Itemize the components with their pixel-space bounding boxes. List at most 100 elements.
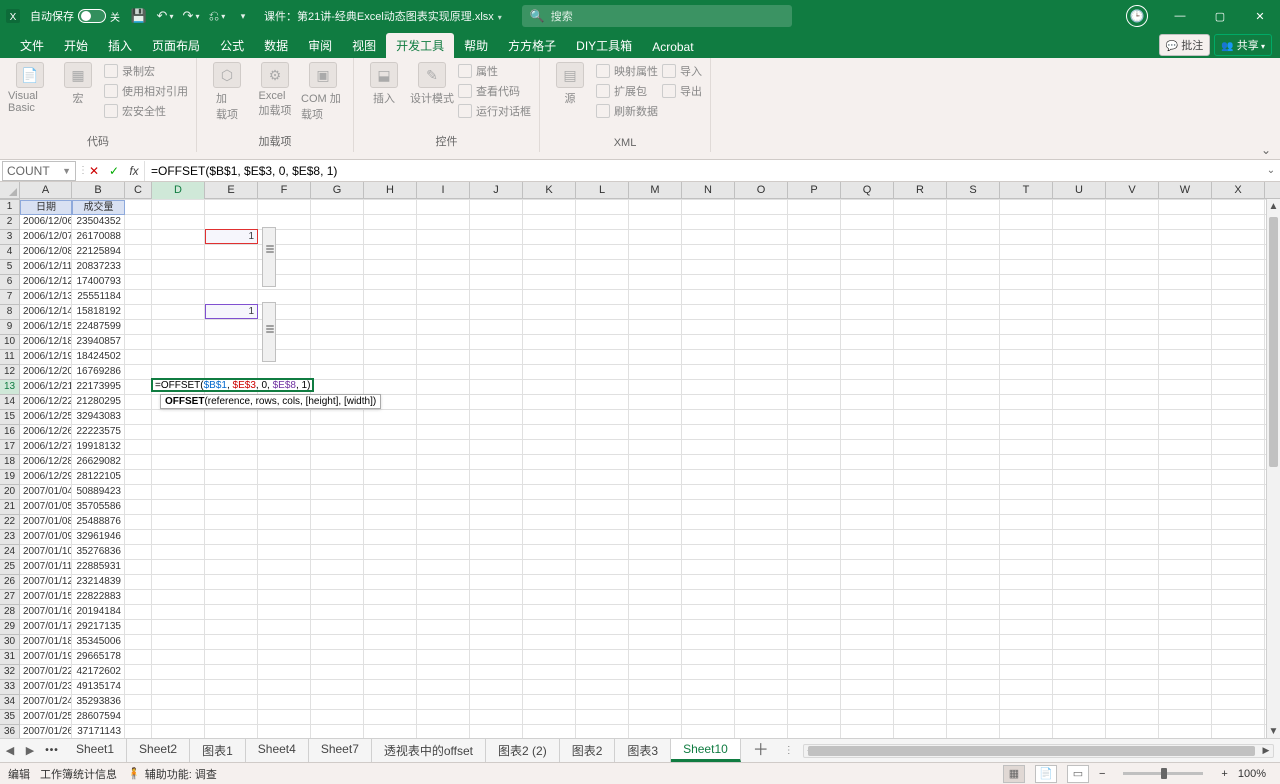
cell-M17[interactable]: [629, 440, 682, 455]
cell-I7[interactable]: [417, 290, 470, 305]
cell-D7[interactable]: [152, 290, 205, 305]
cell-A9[interactable]: 2006/12/15: [20, 320, 72, 335]
cell-T35[interactable]: [1000, 710, 1053, 725]
cell-N18[interactable]: [682, 455, 735, 470]
save-icon[interactable]: 💾: [130, 7, 148, 25]
cell-K24[interactable]: [523, 545, 576, 560]
cell-C4[interactable]: [125, 245, 152, 260]
cell-M27[interactable]: [629, 590, 682, 605]
cell-V22[interactable]: [1106, 515, 1159, 530]
row-header-35[interactable]: 35: [0, 709, 20, 724]
cell-C25[interactable]: [125, 560, 152, 575]
row-header-30[interactable]: 30: [0, 634, 20, 649]
cell-T18[interactable]: [1000, 455, 1053, 470]
cell-G21[interactable]: [311, 500, 364, 515]
cell-M21[interactable]: [629, 500, 682, 515]
cell-D1[interactable]: [152, 200, 205, 215]
cell-S31[interactable]: [947, 650, 1000, 665]
row-header-9[interactable]: 9: [0, 319, 20, 334]
cell-J36[interactable]: [470, 725, 523, 738]
page-layout-view-button[interactable]: 📄: [1035, 765, 1057, 783]
cell-M4[interactable]: [629, 245, 682, 260]
cell-I22[interactable]: [417, 515, 470, 530]
cell-B1[interactable]: 成交量: [72, 200, 125, 215]
cell-W32[interactable]: [1159, 665, 1212, 680]
cell-B9[interactable]: 22487599: [72, 320, 125, 335]
cell-E9[interactable]: [205, 320, 258, 335]
cell-G23[interactable]: [311, 530, 364, 545]
cell-I26[interactable]: [417, 575, 470, 590]
col-header-B[interactable]: B: [72, 182, 125, 199]
cell-F34[interactable]: [258, 695, 311, 710]
cell-S23[interactable]: [947, 530, 1000, 545]
cell-B3[interactable]: 26170088: [72, 230, 125, 245]
cell-G10[interactable]: [311, 335, 364, 350]
cell-T3[interactable]: [1000, 230, 1053, 245]
cell-U28[interactable]: [1053, 605, 1106, 620]
row-header-17[interactable]: 17: [0, 439, 20, 454]
normal-view-button[interactable]: ▦: [1003, 765, 1025, 783]
row-header-11[interactable]: 11: [0, 349, 20, 364]
export-button[interactable]: 导出: [662, 82, 702, 100]
cell-K16[interactable]: [523, 425, 576, 440]
row-header-28[interactable]: 28: [0, 604, 20, 619]
cell-E1[interactable]: [205, 200, 258, 215]
cell-P3[interactable]: [788, 230, 841, 245]
cell-I31[interactable]: [417, 650, 470, 665]
cell-N4[interactable]: [682, 245, 735, 260]
cell-Q28[interactable]: [841, 605, 894, 620]
cell-T15[interactable]: [1000, 410, 1053, 425]
cell-M31[interactable]: [629, 650, 682, 665]
cell-O4[interactable]: [735, 245, 788, 260]
cell-E35[interactable]: [205, 710, 258, 725]
cell-W35[interactable]: [1159, 710, 1212, 725]
cell-T22[interactable]: [1000, 515, 1053, 530]
cell-V27[interactable]: [1106, 590, 1159, 605]
cell-U34[interactable]: [1053, 695, 1106, 710]
cell-F35[interactable]: [258, 710, 311, 725]
cell-G33[interactable]: [311, 680, 364, 695]
cell-C7[interactable]: [125, 290, 152, 305]
cell-A8[interactable]: 2006/12/14: [20, 305, 72, 320]
qat-more-button[interactable]: ⎌: [208, 7, 226, 25]
tab-数据[interactable]: 数据: [254, 33, 298, 58]
cell-I14[interactable]: [417, 395, 470, 410]
cell-L28[interactable]: [576, 605, 629, 620]
cell-I2[interactable]: [417, 215, 470, 230]
cell-V7[interactable]: [1106, 290, 1159, 305]
cell-U8[interactable]: [1053, 305, 1106, 320]
cell-B32[interactable]: 42172602: [72, 665, 125, 680]
cell-O7[interactable]: [735, 290, 788, 305]
cell-M10[interactable]: [629, 335, 682, 350]
cell-V26[interactable]: [1106, 575, 1159, 590]
cell-E6[interactable]: [205, 275, 258, 290]
cell-P6[interactable]: [788, 275, 841, 290]
cell-A30[interactable]: 2007/01/18: [20, 635, 72, 650]
cell-E7[interactable]: [205, 290, 258, 305]
cell-G27[interactable]: [311, 590, 364, 605]
cell-D2[interactable]: [152, 215, 205, 230]
tab-页面布局[interactable]: 页面布局: [142, 33, 210, 58]
tab-DIY工具箱[interactable]: DIY工具箱: [566, 33, 642, 58]
cell-F23[interactable]: [258, 530, 311, 545]
import-button[interactable]: 导入: [662, 62, 702, 80]
row-header-33[interactable]: 33: [0, 679, 20, 694]
cell-U30[interactable]: [1053, 635, 1106, 650]
cell-O30[interactable]: [735, 635, 788, 650]
cell-B23[interactable]: 32961946: [72, 530, 125, 545]
cell-Q23[interactable]: [841, 530, 894, 545]
cell-D21[interactable]: [152, 500, 205, 515]
cell-I20[interactable]: [417, 485, 470, 500]
cell-F26[interactable]: [258, 575, 311, 590]
cell-L22[interactable]: [576, 515, 629, 530]
cell-D31[interactable]: [152, 650, 205, 665]
cell-W8[interactable]: [1159, 305, 1212, 320]
cell-N27[interactable]: [682, 590, 735, 605]
cell-S30[interactable]: [947, 635, 1000, 650]
cell-T29[interactable]: [1000, 620, 1053, 635]
cell-T14[interactable]: [1000, 395, 1053, 410]
cell-U26[interactable]: [1053, 575, 1106, 590]
cell-Q20[interactable]: [841, 485, 894, 500]
cell-Q6[interactable]: [841, 275, 894, 290]
cell-J10[interactable]: [470, 335, 523, 350]
